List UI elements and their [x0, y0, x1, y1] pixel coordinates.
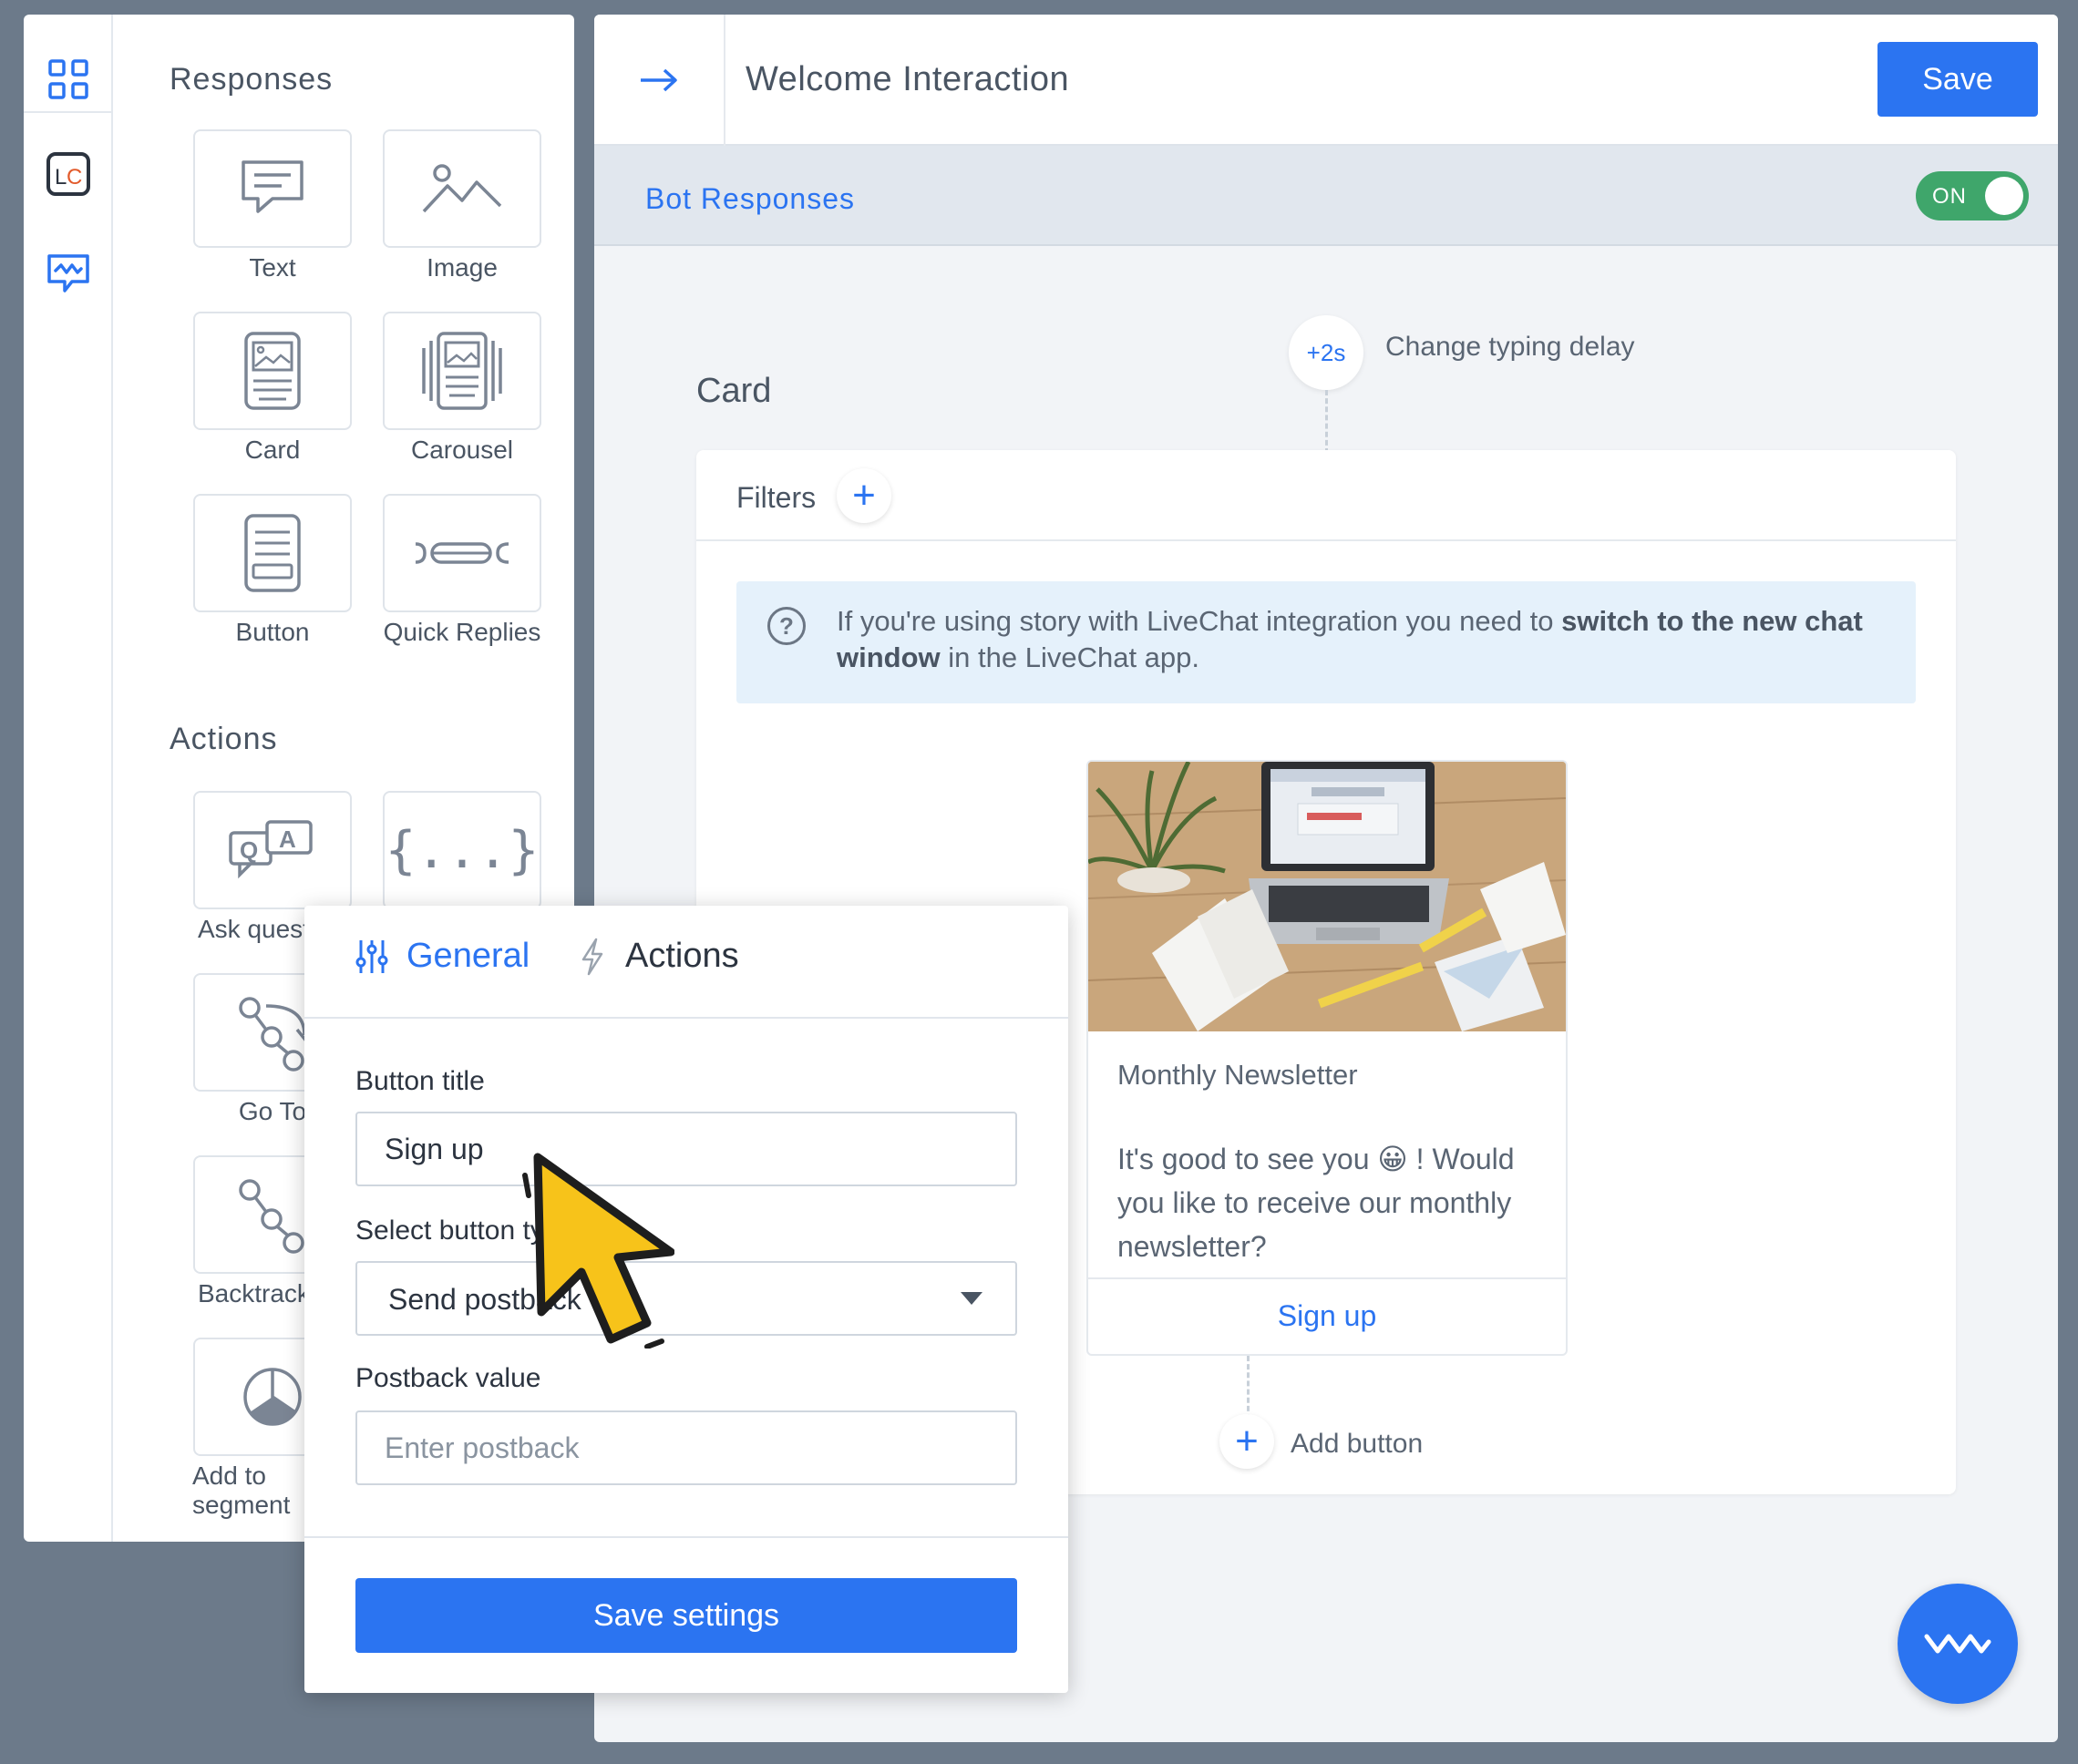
popup-tabs: General Actions	[304, 906, 1068, 1019]
card-response-tile[interactable]	[193, 312, 352, 430]
toggle-knob	[1985, 177, 2023, 215]
responses-title: Responses	[170, 62, 334, 97]
carousel-response-label: Carousel	[410, 436, 514, 464]
postback-label: Postback value	[355, 1363, 541, 1393]
qa-icon: QA	[229, 820, 313, 879]
page-title: Welcome Interaction	[746, 60, 1070, 98]
bot-responses-bar: Bot Responses ON	[594, 146, 2058, 246]
card-image[interactable]	[1088, 762, 1566, 1031]
card-title[interactable]: Monthly Newsletter	[1117, 1059, 1358, 1092]
braces-icon: {...}	[385, 820, 540, 880]
image-response-tile[interactable]	[383, 129, 541, 248]
sliders-icon	[355, 939, 388, 973]
button-settings-popup: General Actions Button title Select butt…	[304, 906, 1068, 1693]
lc-logo-icon[interactable]: LC	[44, 149, 93, 199]
quick-replies-label: Quick Replies	[383, 618, 541, 646]
svg-text:C: C	[67, 165, 82, 190]
card-signup-button[interactable]: Sign up	[1088, 1299, 1566, 1333]
variables-tile[interactable]: {...}	[383, 791, 541, 909]
quick-replies-icon	[415, 542, 509, 564]
carousel-response-tile[interactable]	[383, 312, 541, 430]
text-bubble-icon	[242, 160, 303, 213]
card-body[interactable]: It's good to see you 😀 ! Would you like …	[1117, 1137, 1546, 1268]
button-response-tile[interactable]	[193, 494, 352, 612]
tab-general[interactable]: General	[354, 937, 530, 976]
message-card[interactable]: Monthly Newsletter It's good to see you …	[1086, 760, 1568, 1356]
collapse-button[interactable]	[594, 15, 725, 146]
tab-actions-label: Actions	[625, 937, 739, 975]
top-bar: Welcome Interaction Save	[594, 15, 2058, 146]
image-response-label: Image	[427, 253, 498, 282]
svg-text:L: L	[55, 165, 67, 190]
chatbot-icon[interactable]	[44, 250, 93, 299]
card-divider	[1088, 1277, 1566, 1279]
typing-delay-label[interactable]: Change typing delay	[1385, 332, 1635, 363]
filters-label: Filters	[736, 481, 817, 514]
add-filter-button[interactable]: +	[837, 468, 891, 523]
tab-actions[interactable]: Actions	[580, 937, 739, 976]
button-type-select[interactable]: Send postback	[355, 1261, 1017, 1336]
add-button-plus[interactable]: +	[1219, 1414, 1274, 1469]
typing-delay-button[interactable]: +2s	[1289, 315, 1363, 390]
question-icon: ?	[767, 607, 806, 645]
info-banner: ? If you're using story with LiveChat in…	[736, 581, 1916, 703]
chat-widget-button[interactable]	[1898, 1584, 2018, 1704]
svg-text:Q: Q	[240, 836, 258, 864]
image-icon	[422, 164, 502, 213]
lightning-icon	[581, 938, 603, 975]
wave-icon	[1924, 1634, 1991, 1654]
save-button[interactable]: Save	[1877, 42, 2038, 117]
backtracking-icon	[239, 1179, 304, 1254]
card-response-label: Card	[244, 436, 301, 464]
button-title-input[interactable]	[355, 1112, 1017, 1186]
grid-icon[interactable]	[44, 55, 93, 104]
info-text: If you're using story with LiveChat inte…	[837, 605, 1863, 673]
button-icon	[244, 514, 301, 592]
tab-general-label: General	[406, 937, 530, 975]
popup-footer: Save settings	[304, 1536, 1068, 1693]
connector-line	[1325, 390, 1328, 454]
text-response-label: Text	[249, 253, 296, 282]
toggle-label: ON	[1932, 184, 1967, 209]
connector-line	[1247, 1356, 1250, 1420]
button-title-label: Button title	[355, 1066, 485, 1096]
postback-input[interactable]	[355, 1410, 1017, 1485]
add-button-label[interactable]: Add button	[1291, 1429, 1423, 1460]
quick-replies-tile[interactable]	[383, 494, 541, 612]
bot-responses-title: Bot Responses	[645, 182, 856, 215]
actions-title: Actions	[170, 722, 278, 756]
pointer-cursor-icon	[522, 1153, 674, 1349]
grinning-emoji-icon: 😀	[1377, 1143, 1408, 1175]
ask-question-tile[interactable]: QA	[193, 791, 352, 909]
bot-responses-toggle[interactable]: ON	[1916, 171, 2029, 220]
carousel-icon	[422, 332, 502, 410]
filters-row: Filters +	[696, 450, 1956, 541]
text-response-tile[interactable]	[193, 129, 352, 248]
icon-rail: LC	[24, 15, 113, 1542]
chevron-down-icon	[961, 1292, 982, 1305]
card-icon	[244, 332, 301, 410]
button-response-label: Button	[235, 618, 310, 646]
svg-text:A: A	[279, 826, 296, 853]
save-settings-button[interactable]: Save settings	[355, 1578, 1017, 1653]
arrow-right-icon	[641, 68, 677, 92]
pie-chart-icon	[243, 1368, 302, 1426]
goto-icon	[239, 997, 314, 1072]
card-heading: Card	[696, 372, 772, 410]
